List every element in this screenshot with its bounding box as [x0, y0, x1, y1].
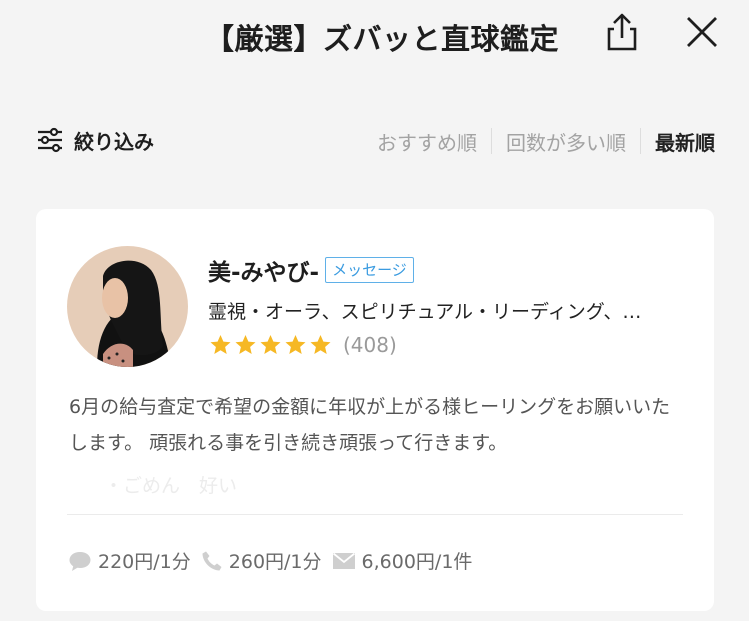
- close-icon[interactable]: [684, 14, 720, 50]
- mail-icon: [332, 552, 355, 569]
- mail-price-text: 6,600円/1件: [361, 551, 473, 573]
- share-icon[interactable]: [603, 12, 641, 52]
- star-icon: [285, 335, 306, 354]
- chat-price-text: 220円/1分: [98, 551, 191, 573]
- name-row: 美-みやび- メッセージ: [208, 253, 414, 287]
- filter-sort-bar: 絞り込み おすすめ順 回数が多い順 最新順: [0, 118, 749, 162]
- genre-list: 霊視・オーラ、スピリチュアル・リーディング、…: [208, 301, 642, 323]
- star-icon: [260, 335, 281, 354]
- star-icon: [210, 335, 231, 354]
- chat-bubble-icon: [69, 551, 91, 571]
- price-list: 220円/1分 260円/1分 6,600円/1件: [68, 547, 482, 574]
- filter-button[interactable]: 絞り込み: [36, 124, 154, 156]
- star-icon: [235, 335, 256, 354]
- phone-price: 260円/1分: [201, 547, 322, 574]
- phone-price-text: 260円/1分: [228, 551, 322, 573]
- sort-tabs: おすすめ順 回数が多い順 最新順: [363, 126, 715, 156]
- sort-tab-newest[interactable]: 最新順: [641, 127, 715, 156]
- header-bar: 【厳選】ズバッと直球鑑定: [0, 0, 749, 80]
- phone-icon: [202, 551, 222, 570]
- rating-row: (408): [208, 333, 397, 357]
- page-title: 【厳選】ズバッと直球鑑定: [205, 22, 560, 56]
- fortune-teller-name[interactable]: 美-みやび-: [208, 253, 319, 287]
- avatar[interactable]: [67, 246, 188, 367]
- chat-price: 220円/1分: [68, 547, 191, 574]
- avatar-portrait-image: [67, 246, 188, 367]
- filter-sliders-icon: [38, 127, 62, 153]
- divider: [67, 514, 683, 515]
- message-badge: メッセージ: [325, 257, 414, 283]
- faded-text-preview: ・ごめん 好い: [104, 475, 238, 497]
- mail-price: 6,600円/1件: [332, 547, 473, 574]
- fortune-teller-card[interactable]: 美-みやび- メッセージ 霊視・オーラ、スピリチュアル・リーディング、… (40…: [36, 209, 714, 611]
- sort-tab-most-count[interactable]: 回数が多い順: [492, 127, 640, 156]
- sort-tab-recommended[interactable]: おすすめ順: [363, 127, 491, 156]
- filter-label: 絞り込み: [74, 129, 154, 154]
- review-text: 6月の給与査定で希望の金額に年収が上がる様ヒーリングをお願いいたします。 頑張れ…: [69, 396, 671, 454]
- review-count: (408): [343, 333, 397, 357]
- star-icon: [310, 335, 331, 354]
